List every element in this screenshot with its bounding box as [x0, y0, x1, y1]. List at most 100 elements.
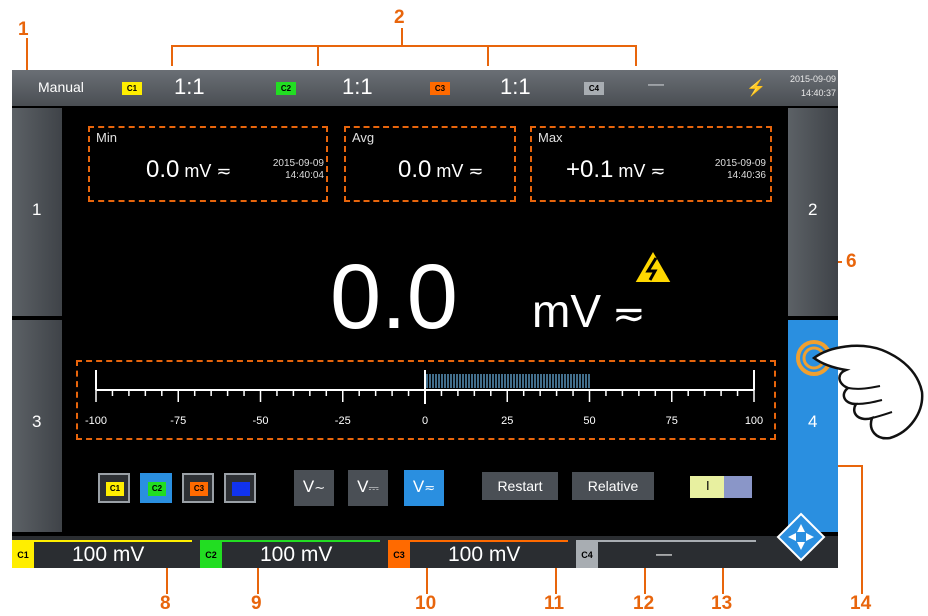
mode-button-vac[interactable]: V∼ [294, 470, 334, 506]
analog-scale: -100 -75 -50 -25 0 25 50 75 100 [85, 370, 763, 427]
min-unit-text: mV [184, 161, 212, 181]
hold-toggle[interactable]: I [690, 476, 752, 498]
min-number: 0.0 [146, 156, 180, 183]
callout-1: 1 [18, 19, 29, 40]
channel-select-c4-tag: C4 [232, 482, 250, 496]
date-text: 2015-09-09 [789, 74, 836, 84]
figure: 1 2 3 4 5 6 7 8 9 10 11 12 13 14 Manual … [0, 0, 928, 616]
min-unit: mV ≂ [184, 161, 232, 181]
bottom-ch1[interactable]: C1 100 mV [12, 540, 192, 568]
ac-dc-symbol: ≂ [601, 292, 646, 336]
min-value: 0.0 mV ≂ [146, 156, 231, 184]
side-button-3-label: 3 [32, 412, 42, 431]
max-unit: mV ≂ [618, 161, 666, 181]
min-value-box: Min 0.0 mV ≂ 2015-09-09 14:40:04 [88, 126, 328, 202]
multimeter-screen: Manual C1 1:1 C2 1:1 C3 1:1 C4 — ⚡ 2015-… [12, 70, 838, 568]
bottom-ch4[interactable]: C4 — [576, 540, 756, 568]
scale-tick-label: -50 [253, 415, 269, 427]
relative-button[interactable]: Relative [572, 472, 654, 500]
scale-tick-label: -75 [170, 415, 186, 427]
channel-select-c2-tag: C2 [148, 482, 166, 496]
mode-vacdc-label: V [412, 477, 425, 496]
callout-10: 10 [415, 593, 437, 614]
min-timestamp: 2015-09-09 14:40:04 [258, 158, 324, 182]
callout-bracket-2 [171, 45, 637, 66]
hold-toggle-label: I [706, 478, 710, 493]
range-mode-label[interactable]: Manual [38, 79, 84, 95]
max-value-box: Max +0.1 mV ≂ 2015-09-09 14:40:36 [530, 126, 772, 202]
callout-14: 14 [850, 593, 872, 614]
lightning-icon: ⚡ [746, 80, 766, 97]
channel-scale-bar: C1 100 mV C2 100 mV C3 100 mV C4 — [12, 536, 838, 568]
max-timestamp: 2015-09-09 14:40:36 [700, 158, 766, 182]
channel-select-c1[interactable]: C1 [98, 473, 130, 503]
callout-6: 6 [846, 251, 857, 272]
mode-vacdc-symbol: ≂ [424, 480, 436, 495]
callout-11: 11 [544, 593, 565, 614]
callout-12: 12 [633, 593, 655, 614]
max-date: 2015-09-09 [714, 158, 766, 169]
max-unit-text: mV [618, 161, 646, 181]
ch1-probe-ratio[interactable]: 1:1 [174, 74, 205, 100]
ch3-badge: C3 [430, 82, 450, 95]
bottom-ch2[interactable]: C2 100 mV [200, 540, 380, 568]
side-button-1[interactable]: 1 [12, 108, 62, 316]
bottom-ch1-scale: 100 mV [72, 543, 145, 566]
bottom-ch4-tag: C4 [576, 542, 598, 568]
scale-tick-label: 100 [745, 415, 763, 427]
scale-tick-label: -25 [335, 415, 351, 427]
mode-vdc-symbol: ⎓ [368, 480, 379, 495]
channel-select-c3[interactable]: C3 [182, 473, 214, 503]
ch4-probe-ratio[interactable]: — [648, 76, 664, 94]
max-number: +0.1 [566, 156, 614, 183]
navigation-diamond-icon[interactable] [776, 512, 826, 562]
channel-select-c1-tag: C1 [106, 482, 124, 496]
bottom-ch2-scale: 100 mV [260, 543, 333, 566]
avg-number: 0.0 [398, 156, 432, 183]
side-button-1-label: 1 [32, 200, 42, 219]
time-text: 14:40:37 [800, 88, 836, 98]
bottom-ch2-tag: C2 [200, 542, 222, 568]
channel-select-c2[interactable]: C2 [140, 473, 172, 503]
ch1-badge: C1 [122, 82, 142, 95]
bottom-ch3-tag: C3 [388, 542, 410, 568]
main-unit-text: mV [532, 285, 601, 337]
avg-label: Avg [352, 130, 375, 145]
datetime: 2015-09-09 14:40:37 [780, 72, 836, 100]
callout-8: 8 [160, 593, 171, 614]
min-time: 14:40:04 [285, 170, 324, 181]
min-date: 2015-09-09 [272, 158, 324, 169]
callout-13: 13 [711, 593, 733, 614]
channel-select-c3-tag: C3 [190, 482, 208, 496]
callout-2: 2 [394, 7, 405, 28]
bottom-ch1-tag: C1 [12, 542, 34, 568]
max-label: Max [538, 130, 563, 145]
bottom-ch3[interactable]: C3 100 mV [388, 540, 568, 568]
avg-value-box: Avg 0.0 mV ≂ [344, 126, 516, 202]
max-time: 14:40:36 [727, 170, 766, 181]
side-button-2[interactable]: 2 [788, 108, 838, 316]
bottom-ch4-scale: — [656, 546, 672, 563]
mode-button-vdc[interactable]: V⎓ [348, 470, 388, 506]
ch2-probe-ratio[interactable]: 1:1 [342, 74, 373, 100]
scale-tick-label: 75 [666, 415, 678, 427]
max-value: +0.1 mV ≂ [566, 156, 666, 184]
ch3-probe-ratio[interactable]: 1:1 [500, 74, 531, 100]
scale-tick-label: 50 [583, 415, 595, 427]
avg-value: 0.0 mV ≂ [398, 156, 483, 184]
mode-vac-label: V [302, 477, 315, 496]
channel-select-c4[interactable]: C4 [224, 473, 256, 503]
ch4-badge: C4 [584, 82, 604, 95]
side-button-2-label: 2 [808, 200, 818, 219]
scale-tick-label: 25 [501, 415, 513, 427]
bottom-ch3-scale: 100 mV [448, 543, 521, 566]
high-voltage-warning-icon [632, 248, 674, 284]
scale-tick-label: -100 [85, 415, 107, 427]
mode-button-vacdc[interactable]: V≂ [404, 470, 444, 506]
touch-hand-icon [796, 340, 924, 440]
callout-9: 9 [251, 593, 262, 614]
side-button-3[interactable]: 3 [12, 320, 62, 532]
scale-tick-label: 0 [422, 415, 428, 427]
restart-button[interactable]: Restart [482, 472, 558, 500]
main-reading-value: 0.0 [330, 246, 458, 348]
